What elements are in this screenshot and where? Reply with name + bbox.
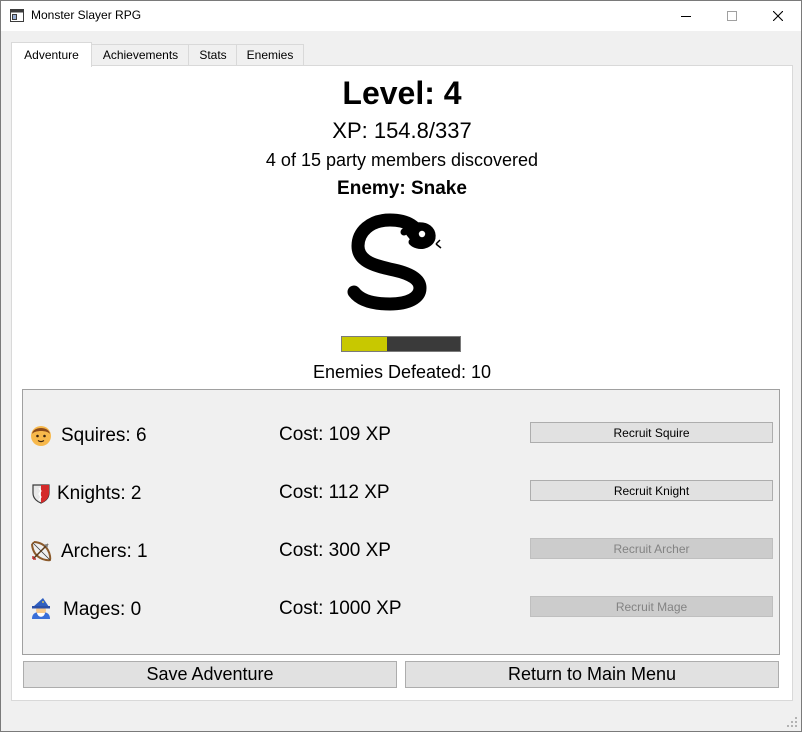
squire-cost: Cost: 109 XP [279,424,391,445]
level-heading: Level: 4 [342,75,462,111]
close-button[interactable] [755,1,801,31]
unit-row-archers: Archers: 1 Cost: 300 XP Recruit Archer [23,536,779,566]
knight-cost: Cost: 112 XP [279,482,390,503]
party-members-text: 4 of 15 party members discovered [265,150,539,170]
archer-cost: Cost: 300 XP [279,540,391,561]
app-window: Monster Slayer RPG Adventure Achievement… [0,0,802,732]
squire-face-icon [31,426,51,446]
recruit-knight-button[interactable]: Recruit Knight [530,480,773,501]
window-title: Monster Slayer RPG [31,8,142,22]
snake-icon[interactable] [342,212,442,312]
adventure-panel: Level: 4 XP: 154.8/337 4 of 15 party mem… [11,65,793,701]
title-bar[interactable]: Monster Slayer RPG [1,1,801,31]
knights-count: Knights: 2 [57,483,142,504]
recruit-squire-button[interactable]: Recruit Squire [530,422,773,443]
resize-grip-icon[interactable] [786,716,798,728]
recruit-mage-button[interactable]: Recruit Mage [530,596,773,617]
minimize-icon [681,16,691,17]
maximize-icon [727,11,737,21]
enemy-health-bar [341,336,461,352]
tab-stats[interactable]: Stats [188,44,238,65]
minimize-button[interactable] [663,1,709,31]
enemy-name: Enemy: Snake [337,178,467,199]
tab-achievements[interactable]: Achievements [91,44,190,65]
mage-icon [32,598,50,619]
recruit-archer-button[interactable]: Recruit Archer [530,538,773,559]
archers-count: Archers: 1 [61,541,148,562]
unit-row-mages: Mages: 0 Cost: 1000 XP Recruit Mage [23,594,779,624]
app-window-icon [10,9,24,22]
close-icon [773,11,783,21]
shield-icon [32,484,50,504]
squires-count: Squires: 6 [61,425,147,446]
enemy-health-fill [342,337,387,351]
unit-row-knights: Knights: 2 Cost: 112 XP Recruit Knight [23,478,779,508]
recruit-panel: Squires: 6 Cost: 109 XP Recruit Squire K… [22,389,780,655]
return-main-menu-button[interactable]: Return to Main Menu [405,661,779,688]
mages-count: Mages: 0 [63,599,142,620]
tab-adventure[interactable]: Adventure [11,42,92,67]
xp-text: XP: 154.8/337 [332,118,472,143]
unit-row-squires: Squires: 6 Cost: 109 XP Recruit Squire [23,420,779,450]
mage-cost: Cost: 1000 XP [279,598,402,619]
save-adventure-button[interactable]: Save Adventure [23,661,397,688]
enemies-defeated-text: Enemies Defeated: 10 [312,362,492,382]
maximize-button[interactable] [709,1,755,31]
tab-enemies[interactable]: Enemies [236,44,304,65]
bow-arrow-icon [31,541,52,562]
